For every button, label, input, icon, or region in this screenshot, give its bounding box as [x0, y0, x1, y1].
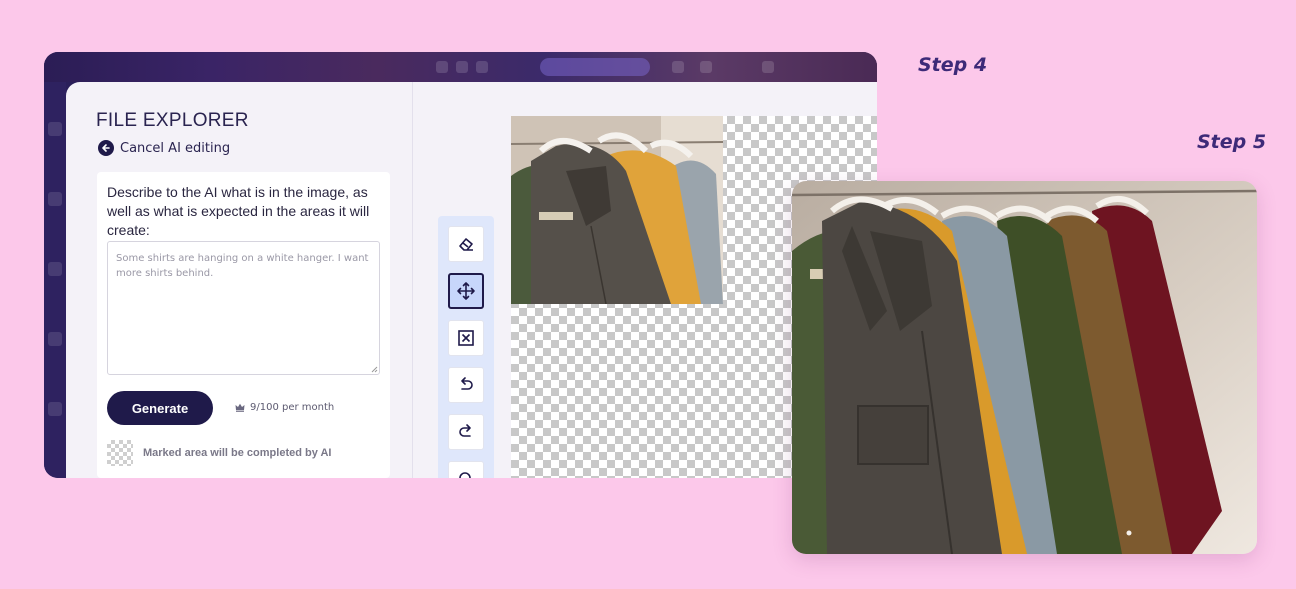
- marked-area-label: Marked area will be completed by AI: [143, 447, 332, 459]
- toolbar-app-icon[interactable]: [762, 61, 774, 73]
- usage-quota: 9/100 per month: [235, 402, 334, 413]
- side-nav-icon[interactable]: [48, 402, 62, 416]
- quota-text: 9/100 per month: [250, 402, 335, 413]
- edit-toolbar: [438, 216, 494, 478]
- cancel-ai-editing-button[interactable]: Cancel AI editing: [98, 140, 230, 156]
- side-nav-icon[interactable]: [48, 122, 62, 136]
- clear-selection-tool-button[interactable]: [448, 320, 484, 356]
- source-shirts-image: [511, 116, 723, 304]
- marked-area-legend: Marked area will be completed by AI: [107, 440, 332, 466]
- undo-button[interactable]: [448, 367, 484, 403]
- generate-button[interactable]: Generate: [107, 391, 213, 425]
- generated-shirts-image: [792, 181, 1257, 554]
- step-4-label: Step 4: [918, 54, 988, 76]
- ai-editing-sidebar: FILE EXPLORER Cancel AI editing Describe…: [66, 82, 413, 478]
- eraser-icon: [459, 238, 473, 251]
- move-tool-button[interactable]: [448, 273, 484, 309]
- crown-icon: [235, 403, 245, 412]
- transparency-swatch-icon: [107, 440, 133, 466]
- undo-icon: [461, 377, 473, 390]
- resize-grip-icon[interactable]: [371, 366, 378, 373]
- app-top-bar: [44, 52, 877, 82]
- toolbar-app-icon[interactable]: [436, 61, 448, 73]
- prompt-instructions: Describe to the AI what is in the image,…: [107, 184, 370, 238]
- arrow-left-icon: [98, 140, 114, 156]
- toolbar-app-icon[interactable]: [700, 61, 712, 73]
- move-icon: [457, 282, 475, 300]
- redo-icon: [459, 424, 471, 437]
- editor-window: FILE EXPLORER Cancel AI editing Describe…: [44, 52, 877, 478]
- zoom-icon: [459, 472, 471, 478]
- redo-button[interactable]: [448, 414, 484, 450]
- step-5-label: Step 5: [1197, 131, 1267, 153]
- clear-selection-icon: [458, 330, 474, 346]
- toolbar-app-icon[interactable]: [476, 61, 488, 73]
- app-side-nav: [44, 82, 66, 478]
- prompt-textarea[interactable]: Some shirts are hanging on a white hange…: [107, 241, 380, 375]
- cancel-ai-editing-label: Cancel AI editing: [120, 140, 231, 156]
- ai-prompt-card: Describe to the AI what is in the image,…: [97, 172, 390, 478]
- file-explorer-panel: FILE EXPLORER Cancel AI editing Describe…: [66, 82, 877, 478]
- side-nav-icon[interactable]: [48, 262, 62, 276]
- side-nav-icon[interactable]: [48, 192, 62, 206]
- toolbar-app-icon[interactable]: [672, 61, 684, 73]
- side-nav-icon[interactable]: [48, 332, 62, 346]
- top-bar-pill[interactable]: [540, 58, 650, 76]
- zoom-tool-button[interactable]: [448, 461, 484, 478]
- toolbar-app-icon[interactable]: [456, 61, 468, 73]
- eraser-tool-button[interactable]: [448, 226, 484, 262]
- page-title: FILE EXPLORER: [96, 110, 249, 131]
